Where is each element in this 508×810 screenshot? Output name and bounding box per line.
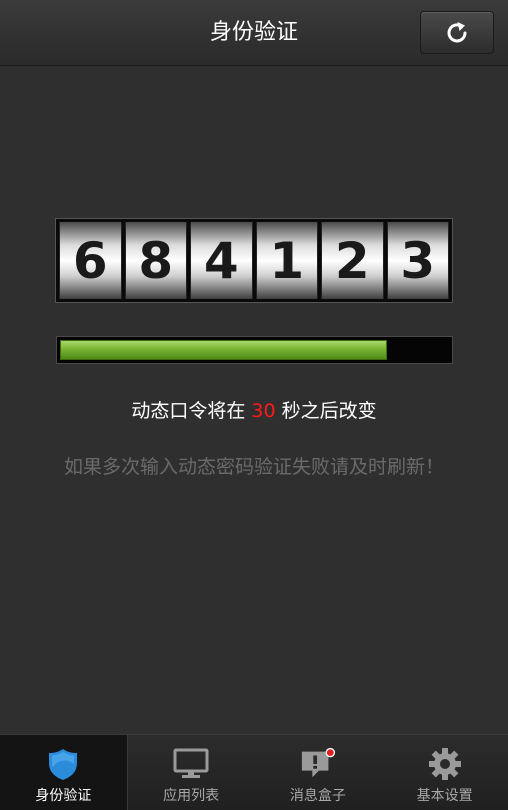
- gear-icon: [427, 747, 463, 781]
- countdown-text: 动态口令将在 30 秒之后改变: [0, 396, 508, 426]
- bottom-tab-bar: 身份验证 应用列表 消息盒子 基本设置: [0, 734, 508, 810]
- tab-identity-verification[interactable]: 身份验证: [0, 735, 128, 810]
- tab-label: 基本设置: [416, 788, 473, 804]
- code-digit: 1: [255, 222, 318, 299]
- countdown-suffix: 秒之后改变: [281, 400, 377, 422]
- shield-icon: [45, 747, 81, 781]
- tab-app-list[interactable]: 应用列表: [128, 735, 255, 810]
- monitor-icon: [173, 747, 209, 781]
- dynamic-code-display: 6 8 4 1 2 3: [55, 218, 453, 303]
- code-digit: 2: [321, 222, 384, 299]
- message-alert-icon: [300, 747, 336, 781]
- code-digit: 6: [59, 222, 122, 299]
- refresh-hint: 如果多次输入动态密码验证失败请及时刷新！: [63, 456, 444, 478]
- refresh-icon: [447, 21, 467, 42]
- tab-message-box[interactable]: 消息盒子: [255, 735, 382, 810]
- countdown-seconds: 30: [251, 400, 276, 422]
- tab-label: 应用列表: [163, 788, 220, 804]
- tab-basic-settings[interactable]: 基本设置: [381, 735, 508, 810]
- progress-fill: [60, 340, 387, 360]
- refresh-button[interactable]: [420, 11, 494, 54]
- code-digit: 4: [190, 222, 253, 299]
- header-bar: 身份验证: [0, 0, 508, 66]
- tab-label: 身份验证: [35, 788, 92, 804]
- tab-label: 消息盒子: [289, 788, 346, 804]
- countdown-progress-bar: [56, 336, 453, 364]
- countdown-prefix: 动态口令将在: [131, 400, 246, 422]
- code-digit: 8: [124, 222, 187, 299]
- code-digit: 3: [386, 222, 449, 299]
